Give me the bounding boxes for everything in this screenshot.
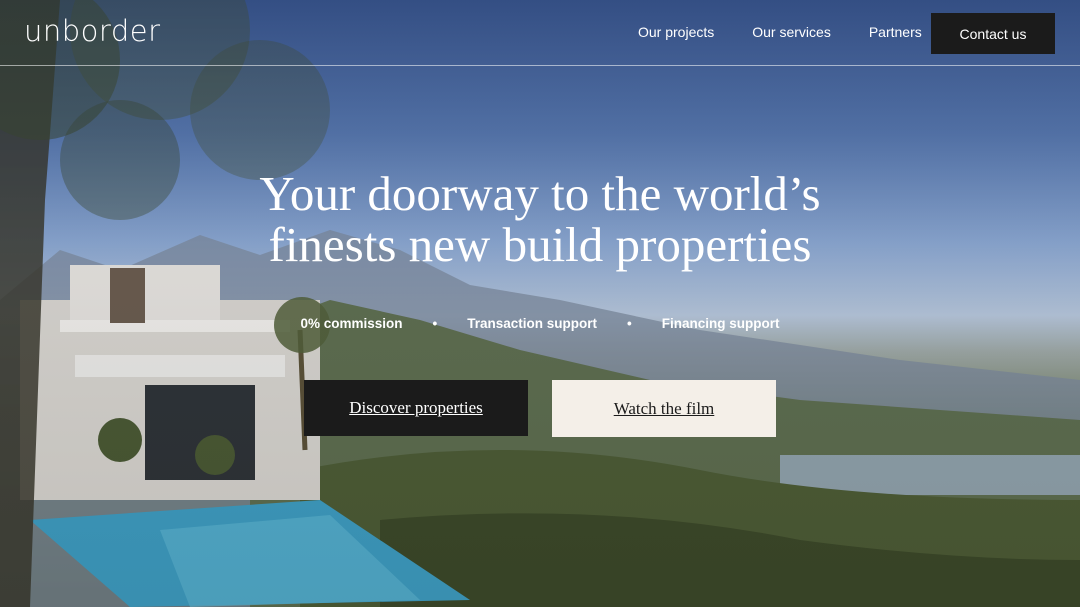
watch-the-film-button[interactable]: Watch the film bbox=[552, 380, 776, 437]
feature-commission: 0% commission bbox=[300, 316, 403, 331]
nav-our-projects[interactable]: Our projects bbox=[638, 24, 714, 40]
site-header: unborder Our projects Our services Partn… bbox=[0, 0, 1080, 66]
hero-overlay bbox=[0, 0, 1080, 607]
feature-transaction-support: Transaction support bbox=[467, 316, 598, 331]
hero-background bbox=[0, 0, 1080, 607]
brand-logo[interactable]: unborder bbox=[24, 14, 161, 48]
feature-separator: • bbox=[627, 316, 632, 331]
feature-financing-support: Financing support bbox=[661, 316, 780, 331]
nav-our-services[interactable]: Our services bbox=[752, 24, 831, 40]
nav-partners[interactable]: Partners bbox=[869, 24, 922, 40]
hero-headline: Your doorway to the world’s finests new … bbox=[0, 168, 1080, 270]
discover-properties-button[interactable]: Discover properties bbox=[304, 380, 528, 436]
hero-headline-line2: finests new build properties bbox=[268, 217, 812, 272]
feature-list: 0% commission • Transaction support • Fi… bbox=[0, 316, 1080, 331]
hero-headline-line1: Your doorway to the world’s bbox=[259, 166, 821, 221]
contact-us-button[interactable]: Contact us bbox=[931, 13, 1055, 54]
feature-separator: • bbox=[432, 316, 438, 331]
main-nav: Our projects Our services Partners bbox=[638, 24, 960, 40]
